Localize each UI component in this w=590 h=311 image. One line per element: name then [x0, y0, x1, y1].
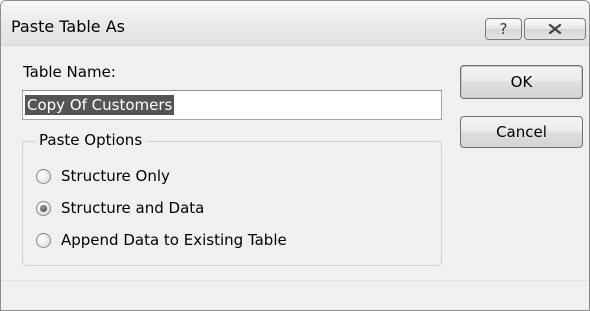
- close-icon: [548, 23, 562, 35]
- bottom-divider: [1, 280, 589, 281]
- cancel-button[interactable]: Cancel: [460, 116, 583, 148]
- radio-button[interactable]: [36, 233, 51, 248]
- dialog-title: Paste Table As: [11, 17, 126, 36]
- radio-label: Append Data to Existing Table: [61, 231, 287, 249]
- title-bar[interactable]: Paste Table As ?: [1, 1, 589, 46]
- help-button[interactable]: ?: [485, 18, 522, 40]
- radio-button[interactable]: [36, 201, 51, 216]
- paste-table-as-dialog: Paste Table As ? Table Name: Copy Of Cus…: [0, 0, 590, 311]
- close-button[interactable]: [524, 18, 586, 40]
- radio-label: Structure Only: [61, 167, 170, 185]
- paste-options-legend: Paste Options: [35, 130, 147, 150]
- ok-button[interactable]: OK: [460, 65, 583, 99]
- radio-button[interactable]: [36, 169, 51, 184]
- help-icon: ?: [499, 20, 508, 38]
- table-name-selected-text: Copy Of Customers: [25, 95, 175, 115]
- radio-label: Structure and Data: [61, 199, 205, 217]
- table-name-label: Table Name:: [23, 63, 116, 81]
- table-name-input[interactable]: Copy Of Customers: [22, 90, 442, 120]
